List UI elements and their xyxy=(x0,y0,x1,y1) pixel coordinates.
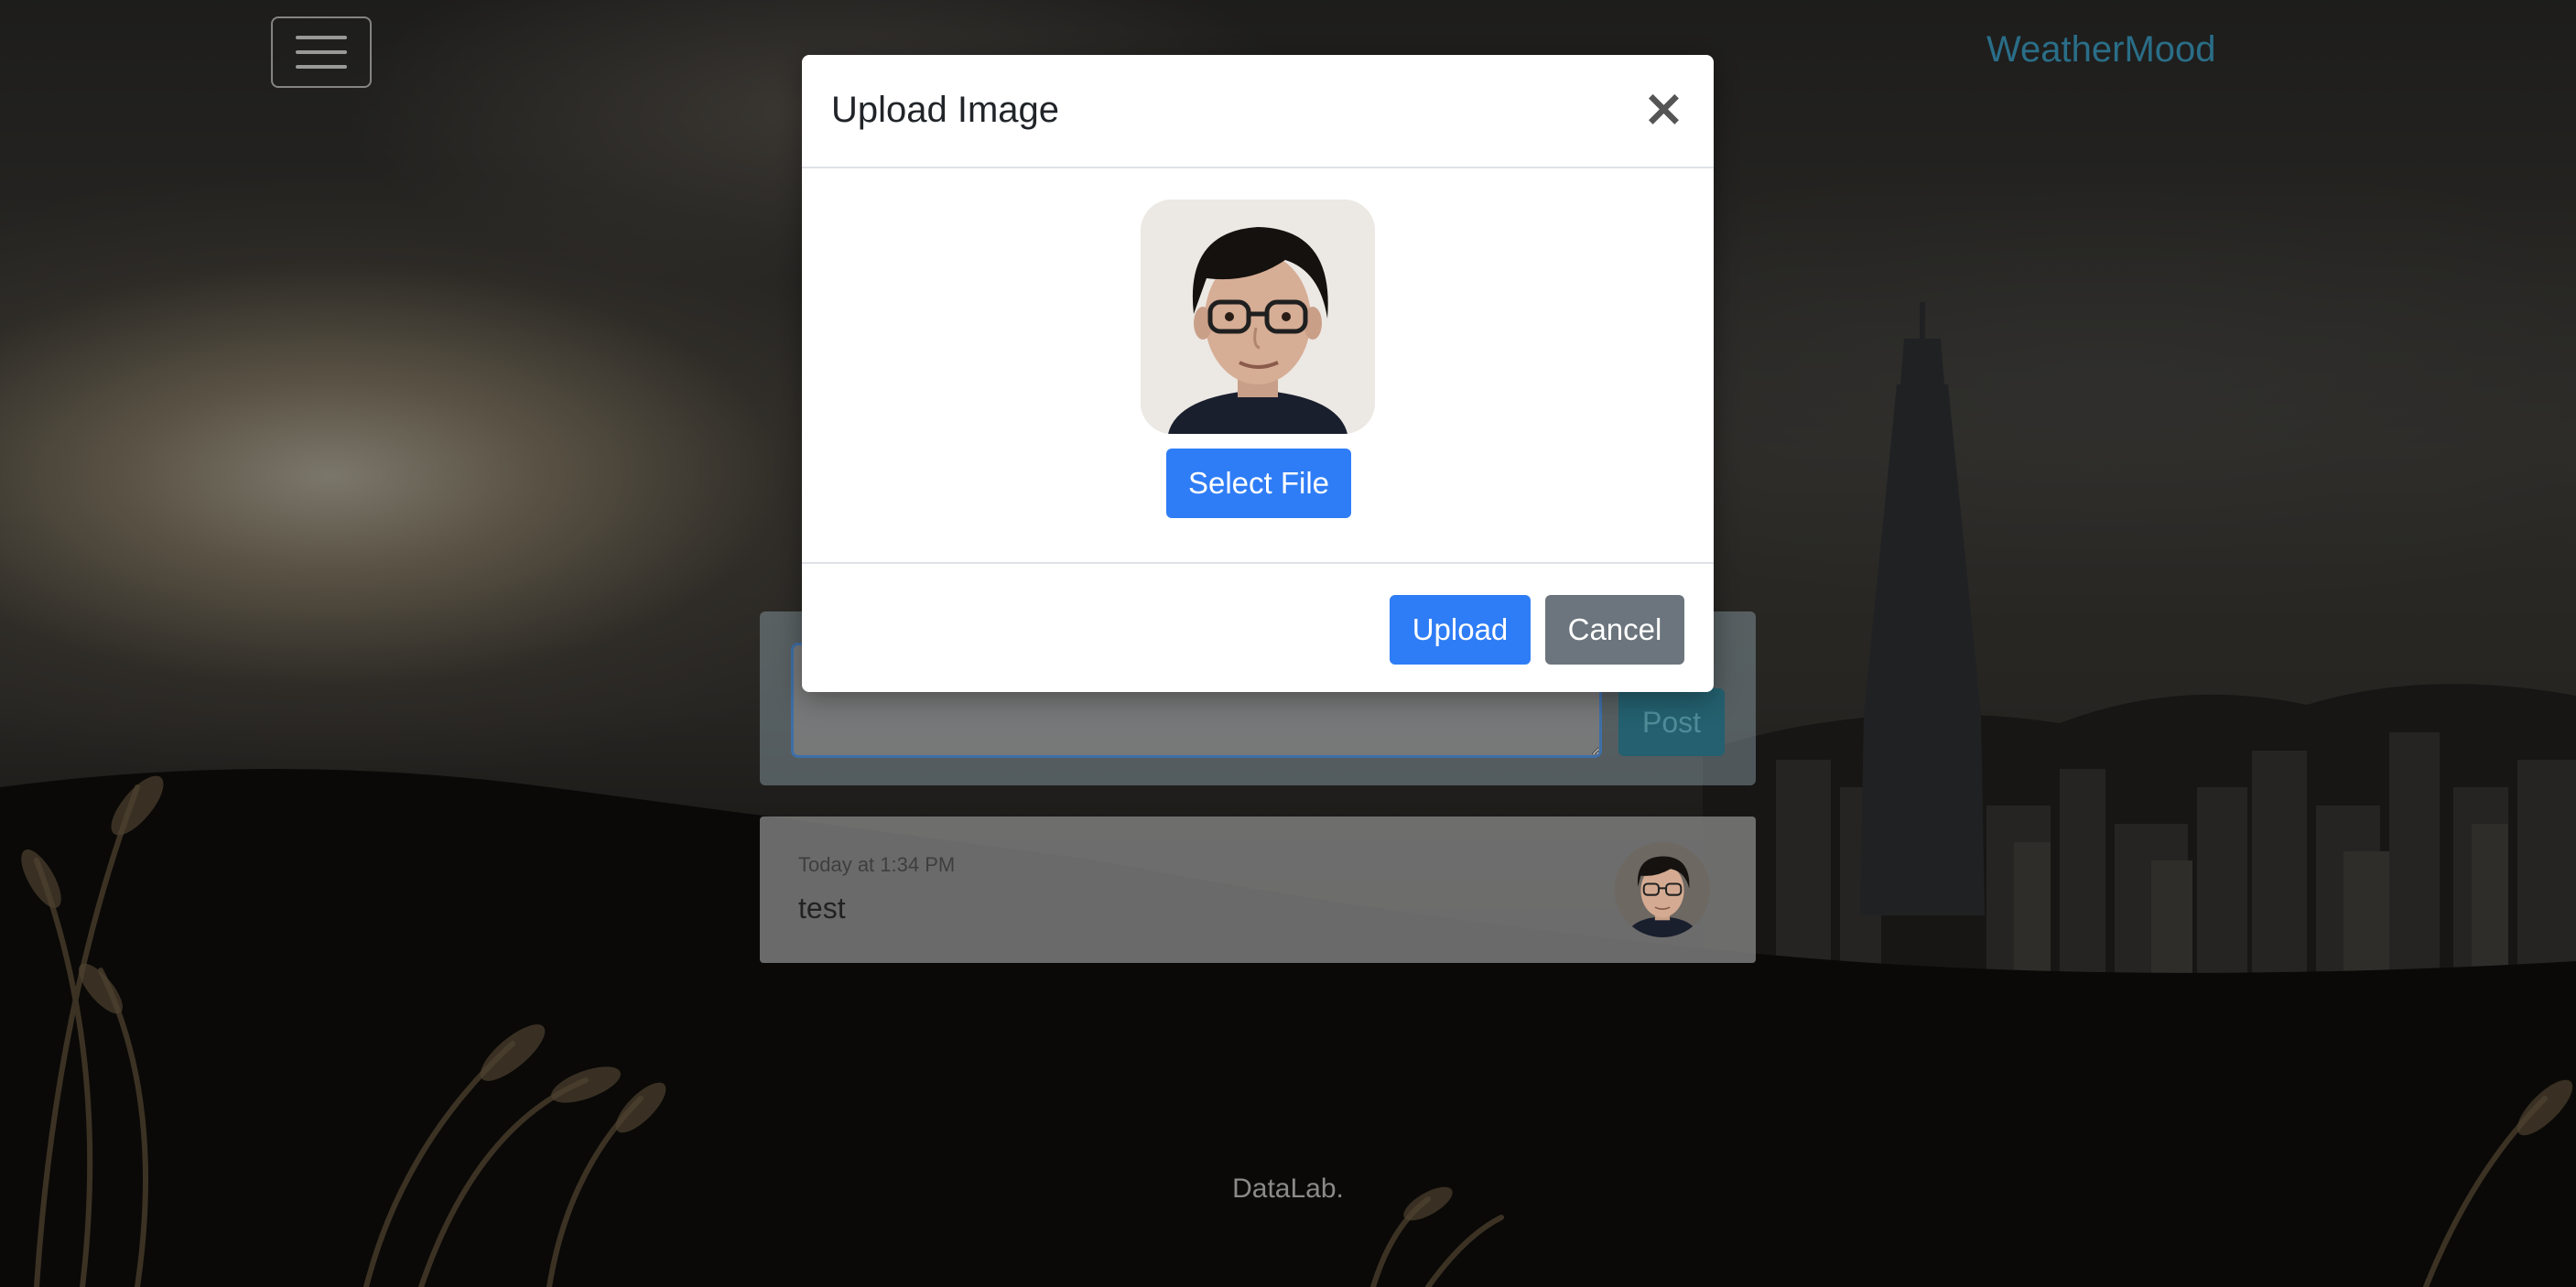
profile-photo xyxy=(1141,200,1375,434)
modal-header: Upload Image × xyxy=(802,55,1714,168)
close-icon[interactable]: × xyxy=(1637,82,1688,135)
navbar-toggler-button[interactable] xyxy=(271,16,372,88)
post-card: Today at 1:34 PM test xyxy=(760,817,1756,963)
footer-text: DataLab. xyxy=(1232,1173,1344,1204)
hamburger-menu-icon xyxy=(296,36,347,39)
modal-title: Upload Image xyxy=(831,90,1060,130)
avatar-photo xyxy=(1615,842,1710,937)
upload-button[interactable]: Upload xyxy=(1390,595,1531,665)
brand-link[interactable]: WeatherMood xyxy=(1986,29,2216,70)
post-button[interactable]: Post xyxy=(1618,688,1725,756)
post-text: test xyxy=(798,892,846,925)
avatar xyxy=(1615,842,1710,937)
post-timestamp: Today at 1:34 PM xyxy=(798,853,956,876)
modal-footer: Upload Cancel xyxy=(802,562,1714,692)
image-preview xyxy=(1141,200,1375,434)
cancel-button[interactable]: Cancel xyxy=(1545,595,1684,665)
upload-image-modal: Upload Image × Select File Upload Cancel xyxy=(802,55,1714,692)
select-file-button[interactable]: Select File xyxy=(1166,449,1351,518)
